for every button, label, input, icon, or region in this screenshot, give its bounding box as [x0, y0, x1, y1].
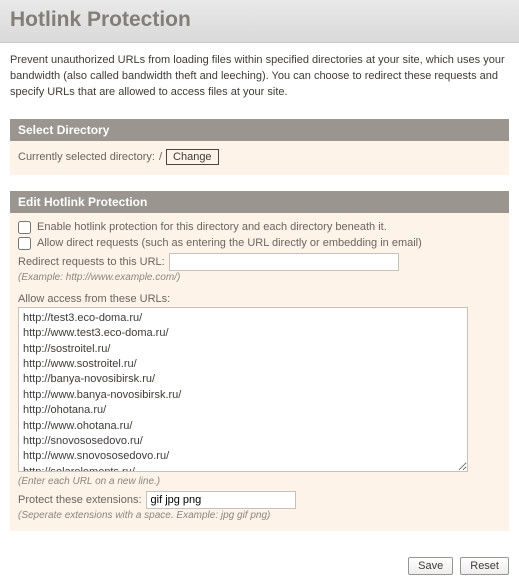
enable-hotlink-checkbox[interactable] — [18, 221, 31, 234]
protect-extensions-label: Protect these extensions: — [18, 494, 142, 506]
save-button[interactable]: Save — [408, 557, 453, 575]
reset-button[interactable]: Reset — [460, 557, 509, 575]
edit-hotlink-heading: Edit Hotlink Protection — [10, 191, 509, 213]
select-directory-body: Currently selected directory: / Change — [10, 141, 509, 175]
select-directory-section: Select Directory Currently selected dire… — [10, 119, 509, 175]
allow-direct-checkbox[interactable] — [18, 237, 31, 250]
edit-hotlink-section: Edit Hotlink Protection Enable hotlink p… — [10, 191, 509, 531]
current-directory-path: / — [159, 151, 162, 163]
page-title: Hotlink Protection — [10, 8, 509, 32]
redirect-label: Redirect requests to this URL: — [18, 256, 165, 268]
button-row: Save Reset — [0, 551, 519, 585]
protect-extensions-hint: (Seperate extensions with a space. Examp… — [18, 510, 501, 521]
allow-direct-label: Allow direct requests (such as entering … — [37, 237, 422, 249]
page-title-bar: Hotlink Protection — [0, 0, 519, 43]
content: Prevent unauthorized URLs from loading f… — [0, 43, 519, 551]
redirect-hint: (Example: http://www.example.com/) — [18, 272, 501, 283]
protect-extensions-input[interactable] — [146, 491, 296, 509]
intro-text: Prevent unauthorized URLs from loading f… — [10, 53, 509, 101]
enable-hotlink-label: Enable hotlink protection for this direc… — [37, 221, 387, 233]
change-button[interactable]: Change — [166, 149, 219, 165]
redirect-input[interactable] — [169, 253, 399, 271]
allow-urls-textarea[interactable] — [18, 307, 468, 472]
edit-hotlink-body: Enable hotlink protection for this direc… — [10, 213, 509, 531]
current-directory-label: Currently selected directory: — [18, 151, 155, 163]
select-directory-heading: Select Directory — [10, 119, 509, 141]
allow-urls-label: Allow access from these URLs: — [18, 293, 501, 305]
allow-urls-hint: (Enter each URL on a new line.) — [18, 476, 501, 487]
